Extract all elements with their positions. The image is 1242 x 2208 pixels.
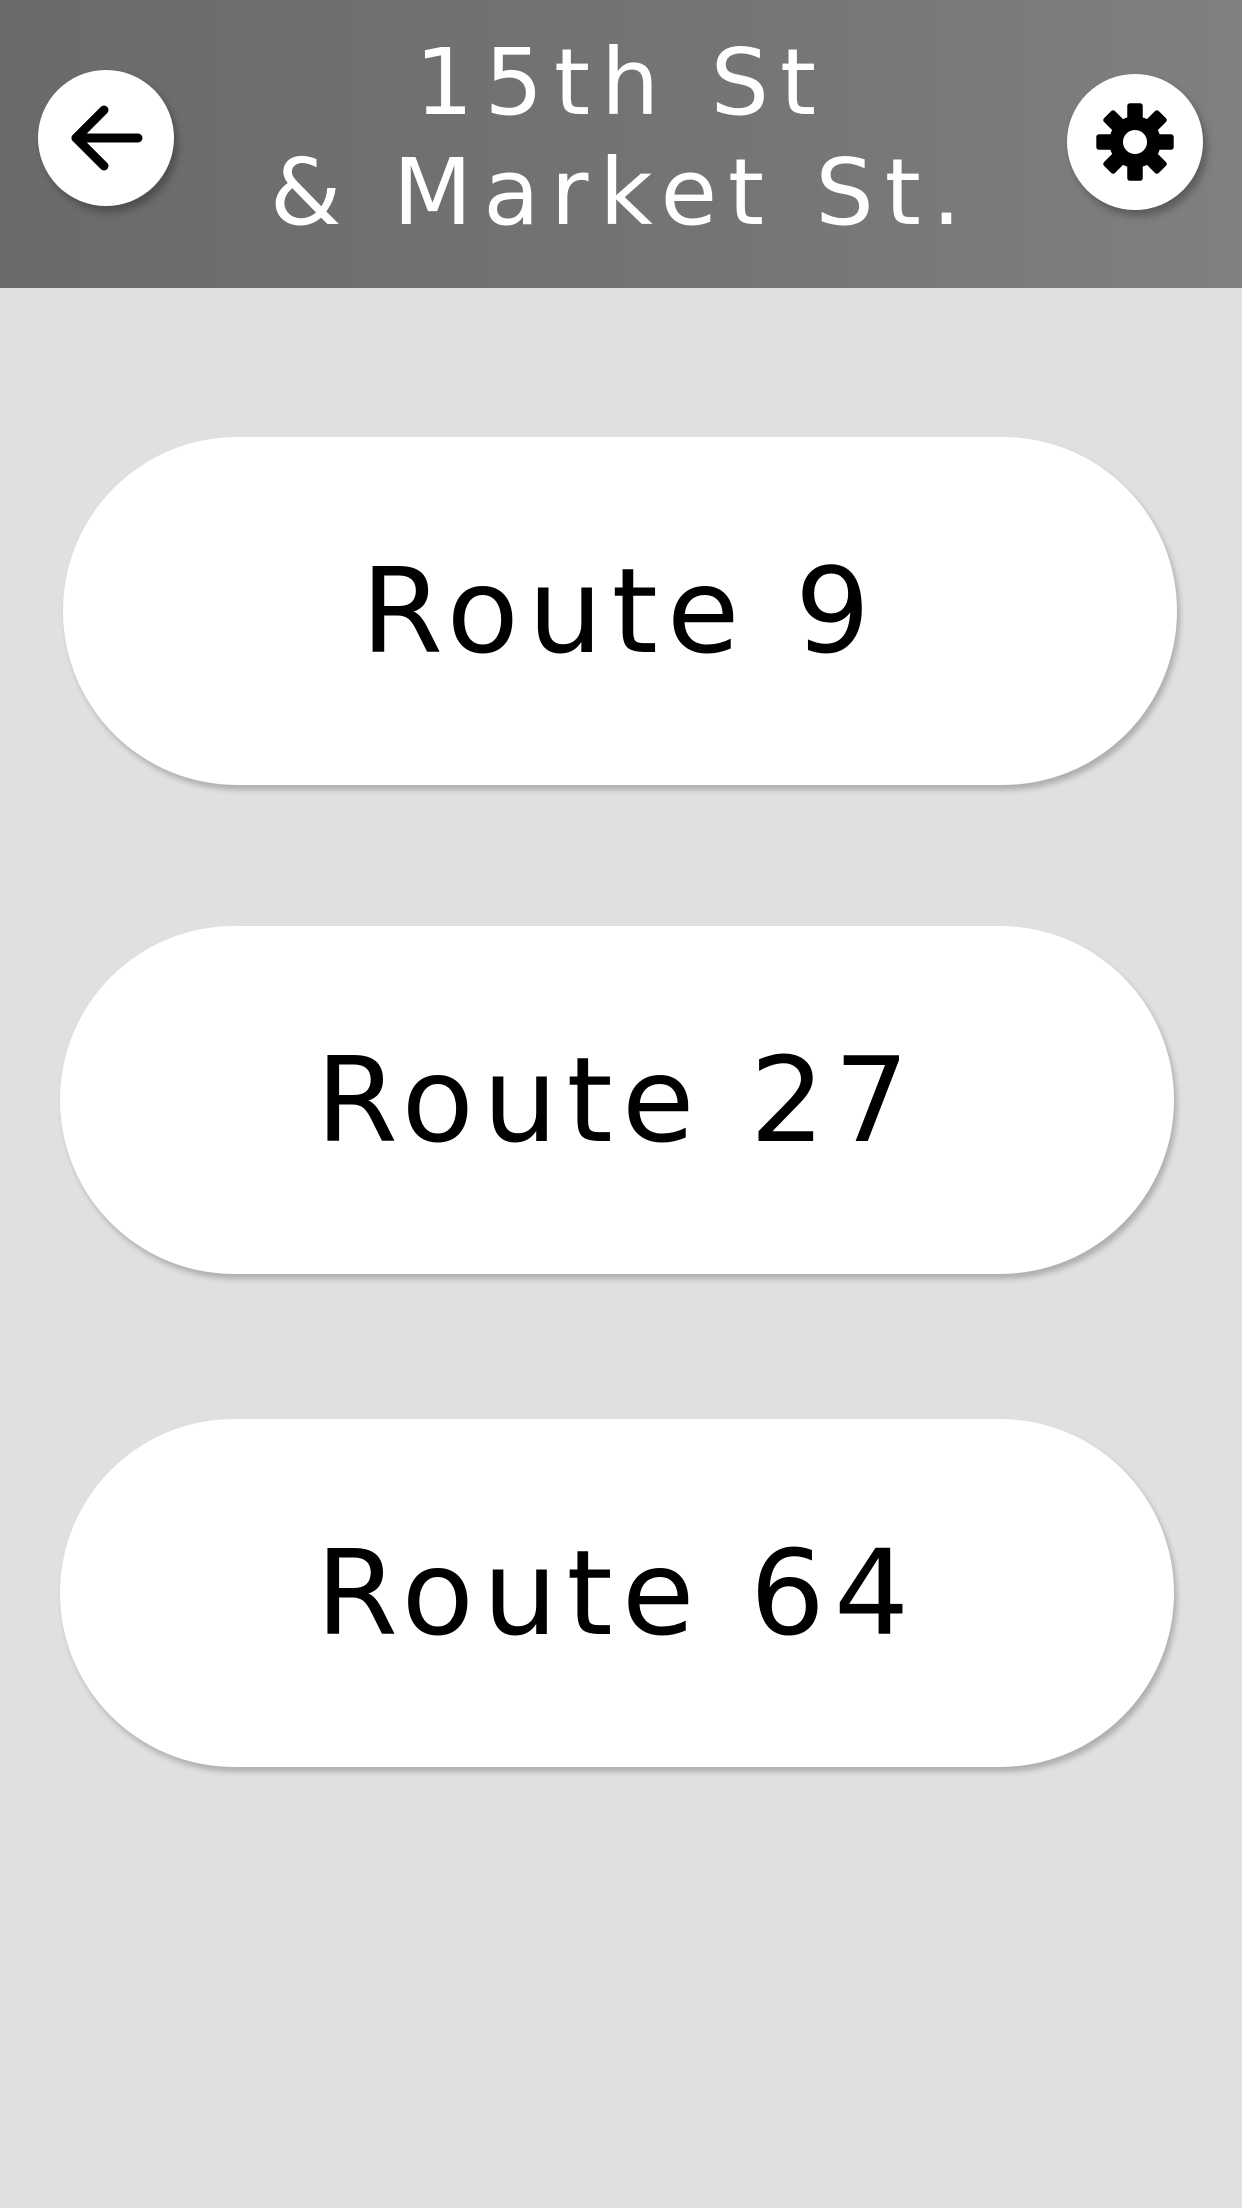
title-line-2: & Market St. xyxy=(269,139,973,246)
route-label: Route 64 xyxy=(315,1524,919,1662)
gear-icon xyxy=(1096,103,1174,181)
route-9-button[interactable]: Route 9 xyxy=(63,437,1177,785)
route-27-button[interactable]: Route 27 xyxy=(60,926,1174,1274)
settings-button[interactable] xyxy=(1067,74,1203,210)
route-label: Route 27 xyxy=(315,1031,919,1169)
arrow-left-icon xyxy=(71,105,143,171)
title-line-1: 15th St xyxy=(414,29,828,136)
header-bar: 15th St & Market St. xyxy=(0,0,1242,288)
back-button[interactable] xyxy=(38,70,174,206)
route-label: Route 9 xyxy=(360,542,880,680)
route-64-button[interactable]: Route 64 xyxy=(60,1419,1174,1767)
page-title: 15th St & Market St. xyxy=(200,28,1042,248)
